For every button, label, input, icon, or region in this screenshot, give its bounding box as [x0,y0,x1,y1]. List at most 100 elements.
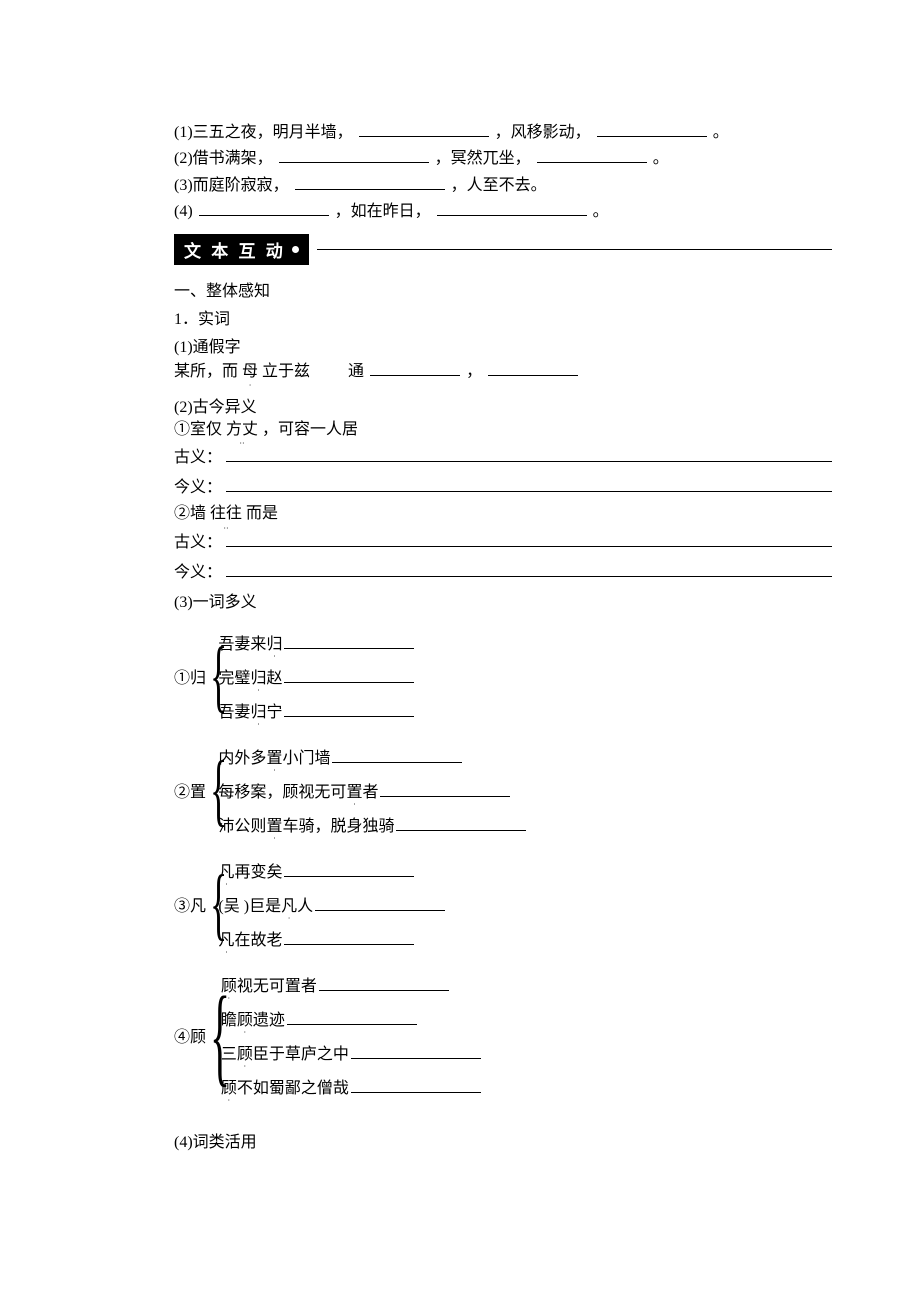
emphasis-dot-icon: ·· [210,526,242,532]
text: 立于兹 [262,363,310,380]
blank[interactable] [351,1042,481,1059]
text: 不如蜀鄙之僧哉 [237,1074,349,1098]
text: 置 [266,818,282,835]
blank[interactable] [359,120,489,137]
emphasis-dot-icon: · [218,950,234,956]
blank[interactable] [226,530,832,547]
fill-line-2: (2)借书满架， ，冥然兀坐， 。 [174,146,832,170]
text: 某所，而 [174,363,238,380]
brace-group-gui: ①归 { 吾妻来 归 · 完璧 归 · 赵 吾妻 [174,630,832,722]
list-item: 顾 · 不如蜀鄙之僧哉 [221,1074,483,1098]
blank[interactable] [199,199,329,216]
text: ，风移影动， [495,124,591,141]
page: (1)三五之夜，明月半墙， ，风移影动， 。 (2)借书满架， ，冥然兀坐， 。… [0,0,920,1303]
text: 在故老 [234,926,282,950]
text: 往往 [210,505,242,522]
emphasized-char: 归 · [266,630,282,654]
text: 凡 [218,932,234,949]
subheading-4: (4)词类活用 [174,1128,832,1152]
text: 归 [250,704,266,721]
text: 视无可置者 [237,972,317,996]
emphasized-char: 凡 · [281,892,297,916]
emphasized-char: 凡 · [218,858,234,882]
blank[interactable] [380,780,510,797]
emphasized-char: 顾 · [221,972,237,996]
text: 顾 [221,1080,237,1097]
emphasis-dot-icon: ·· [226,441,258,447]
text: ， [466,363,482,380]
emphasized-char: 置 · [266,812,282,836]
blank[interactable] [319,974,449,991]
emphasized-char: 顾 · [221,1074,237,1098]
list-item: 三 顾 · 臣于草庐之中 [221,1040,483,1064]
list-item: 顾 · 视无可置者 [221,972,483,996]
emphasis-dot-icon: · [221,1098,237,1104]
label: 今义： [174,473,222,497]
heading-level2: 1．实词 [174,305,832,329]
emphasis-dot-icon: · [237,1030,253,1036]
blank[interactable] [488,359,578,376]
blank[interactable] [370,359,460,376]
text: 赵 [266,664,282,688]
subheading-2: (2)古今异义 [174,393,832,417]
blank[interactable] [315,894,445,911]
blank[interactable] [226,445,832,462]
blank[interactable] [284,860,414,877]
list-item: 每移案，顾视无可 置 · 者 [218,778,528,802]
text: 。 [653,150,669,167]
text: 小门墙 [282,744,330,768]
fill-line-4: (4) ，如在昨日， 。 [174,199,832,223]
list-item: 沛公则 置 · 车骑，脱身独骑 [218,812,528,836]
blank[interactable] [226,560,832,577]
fill-line-3: (3)而庭阶寂寂， ，人至不去。 [174,173,832,197]
text: 车骑，脱身独骑 [282,812,394,836]
brace-group-fan: ③凡 { 凡 · 再变矣 (吴 )巨是 凡 · 人 [174,858,832,950]
blank[interactable] [351,1076,481,1093]
text: 臣于草庐之中 [253,1040,349,1064]
emphasized-char: 置 · [266,744,282,768]
group-label: ④顾 [174,1023,206,1047]
blank[interactable] [597,120,707,137]
text: 遗迹 [253,1006,285,1030]
section-bar-label: 文 本 互 动 [184,237,286,262]
blank[interactable] [279,146,429,163]
blank[interactable] [332,746,462,763]
text: (2)借书满架， [174,150,273,167]
emphasis-dot-icon: · [266,654,282,660]
text: 通 [348,363,364,380]
brace-items: 吾妻来 归 · 完璧 归 · 赵 吾妻 归 · [218,630,416,722]
text: 宁 [266,698,282,722]
emphasized-char: 母 · [242,361,258,383]
emphasized-char: 往往 ·· [210,503,242,525]
blank[interactable] [284,632,414,649]
text: (4) [174,203,193,220]
list-item: 凡 · 再变矣 [218,858,447,882]
blank[interactable] [396,814,526,831]
blank[interactable] [284,700,414,717]
emphasized-char: 顾 · [237,1040,253,1064]
blank[interactable] [284,666,414,683]
blank[interactable] [295,173,445,190]
text: 人 [297,892,313,916]
text: ，可容一人居 [262,421,358,438]
blank[interactable] [537,146,647,163]
emphasis-dot-icon: · [281,916,297,922]
group-label: ②置 [174,778,206,802]
text: 。 [593,203,609,220]
text: (吴 )巨是 [218,892,281,916]
text: 每移案，顾视无可 [218,778,346,802]
blank[interactable] [437,199,587,216]
list-item: (吴 )巨是 凡 · 人 [218,892,447,916]
emphasized-char: 方丈 ·· [226,419,258,441]
guyi-line: 古义： [174,528,832,552]
text: 顾 [237,1046,253,1063]
text: 凡 [218,864,234,881]
emphasis-dot-icon: · [242,383,258,389]
blank[interactable] [287,1008,417,1025]
blank[interactable] [284,928,414,945]
text: (1)三五之夜，明月半墙， [174,124,353,141]
blank[interactable] [226,475,832,492]
list-item: 凡 · 在故老 [218,926,447,950]
section-bar: 文 本 互 动 [174,234,309,265]
list-item: 内外多 置 · 小门墙 [218,744,528,768]
